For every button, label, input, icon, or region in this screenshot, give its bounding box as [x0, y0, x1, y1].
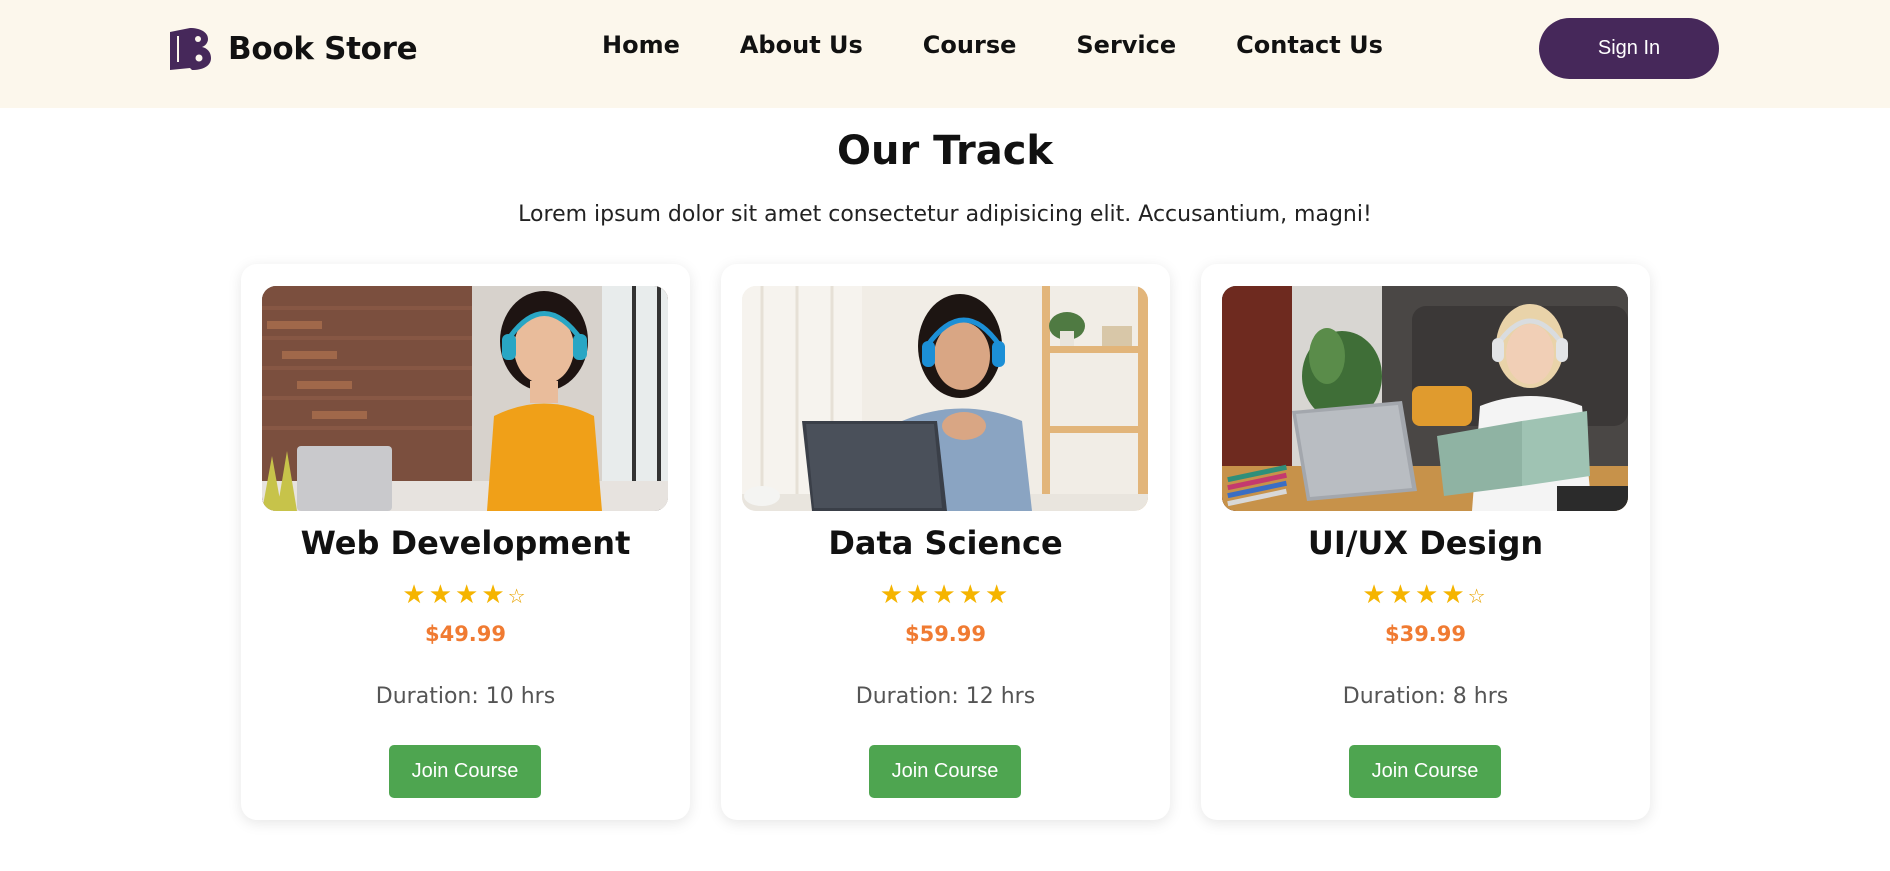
course-duration: Duration: 8 hrs	[1342, 684, 1509, 709]
star-rating: ★★★★★	[721, 580, 1170, 610]
course-title: UI/UX Design	[1307, 524, 1544, 562]
student-laptop-photo	[742, 286, 1148, 511]
book-logo-icon	[170, 28, 211, 70]
course-price: $49.99	[424, 622, 507, 646]
star-filled-icon: ★	[1362, 580, 1389, 610]
join-course-button[interactable]: Join Course	[869, 745, 1021, 798]
brand-logo[interactable]: Book Store	[168, 26, 418, 72]
course-title: Web Development	[300, 524, 631, 562]
star-filled-icon: ★	[1415, 580, 1442, 610]
course-price: $59.99	[904, 622, 987, 646]
section-subtitle: Lorem ipsum dolor sit amet consectetur a…	[518, 202, 1372, 227]
star-filled-icon: ★	[1441, 580, 1468, 610]
star-filled-icon: ★	[984, 580, 1012, 610]
star-empty-icon: ☆	[1467, 584, 1489, 608]
header-bar: Book Store Home About Us Course Service …	[0, 0, 1890, 108]
star-filled-icon: ★	[1388, 580, 1416, 610]
course-title: Data Science	[828, 524, 1063, 562]
star-filled-icon: ★	[906, 580, 933, 610]
star-rating: ★★★★☆	[241, 580, 690, 611]
course-image	[262, 286, 668, 511]
nav-item-service[interactable]: Service	[1076, 31, 1176, 59]
star-filled-icon: ★	[481, 580, 508, 610]
course-card-ui-ux-design: UI/UX Design ★★★★☆ $39.99 Duration: 8 hr…	[1201, 264, 1650, 820]
course-duration: Duration: 10 hrs	[375, 684, 556, 709]
nav-item-about-us[interactable]: About Us	[740, 31, 863, 59]
section-title: Our Track	[836, 128, 1054, 174]
course-image	[742, 286, 1148, 511]
join-course-button[interactable]: Join Course	[1349, 745, 1501, 798]
sign-in-button[interactable]: Sign In	[1539, 18, 1719, 79]
star-filled-icon: ★	[958, 580, 985, 610]
join-course-button[interactable]: Join Course	[389, 745, 541, 798]
main-nav: Home About Us Course Service Contact Us	[602, 31, 1383, 59]
star-filled-icon: ★	[428, 580, 456, 610]
student-laptop-photo	[262, 286, 668, 511]
star-filled-icon: ★	[402, 580, 429, 610]
course-card-web-development: Web Development ★★★★☆ $49.99 Duration: 1…	[241, 264, 690, 820]
star-filled-icon: ★	[879, 580, 907, 610]
star-empty-icon: ☆	[507, 584, 529, 608]
star-rating: ★★★★☆	[1201, 580, 1650, 611]
student-reading-photo	[1222, 286, 1628, 511]
nav-item-course[interactable]: Course	[923, 31, 1017, 59]
star-filled-icon: ★	[455, 580, 482, 610]
brand-name: Book Store	[228, 31, 418, 67]
star-filled-icon: ★	[932, 580, 959, 610]
course-image	[1222, 286, 1628, 511]
nav-item-home[interactable]: Home	[602, 31, 680, 59]
nav-item-contact-us[interactable]: Contact Us	[1236, 31, 1383, 59]
course-price: $39.99	[1384, 622, 1467, 646]
course-card-data-science: Data Science ★★★★★ $59.99 Duration: 12 h…	[721, 264, 1170, 820]
course-duration: Duration: 12 hrs	[855, 684, 1036, 709]
